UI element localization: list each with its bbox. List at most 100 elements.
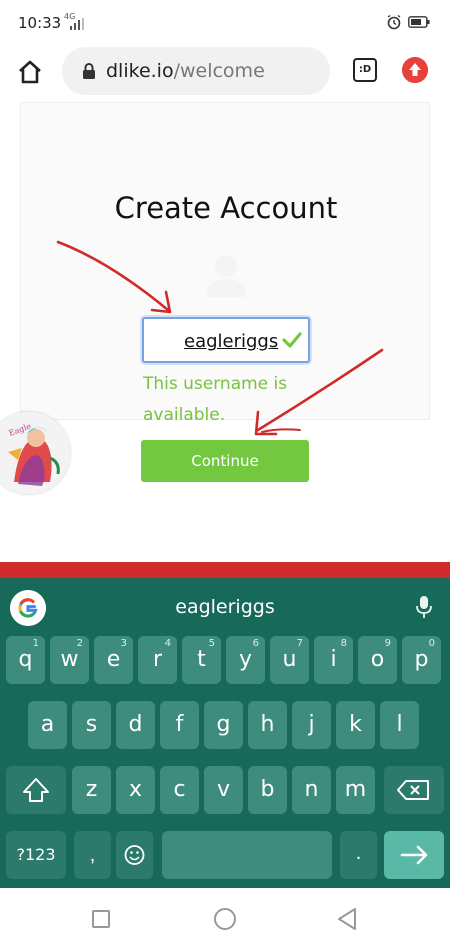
key-v[interactable]: v (204, 766, 243, 814)
mic-icon[interactable] (416, 596, 432, 618)
key-p[interactable]: p0 (402, 636, 441, 684)
key-d[interactable]: d (116, 701, 155, 749)
key-label: r (152, 647, 163, 672)
page-title: Create Account (114, 191, 338, 225)
key-z[interactable]: z (72, 766, 111, 814)
key-f[interactable]: f (160, 701, 199, 749)
emoji-icon[interactable] (116, 831, 153, 879)
home-icon[interactable] (16, 58, 44, 86)
key-label: e (106, 647, 121, 672)
key-l[interactable]: l (380, 701, 419, 749)
username-value: eagleriggs (184, 331, 279, 352)
key-t[interactable]: t5 (182, 636, 221, 684)
continue-button[interactable]: Continue (141, 440, 309, 482)
key-o[interactable]: o9 (358, 636, 397, 684)
availability-message: This username is available. (143, 374, 288, 425)
key-label: d (128, 712, 143, 737)
key-e[interactable]: e3 (94, 636, 133, 684)
key-label: p (414, 647, 429, 672)
system-nav-bar (0, 888, 450, 950)
enter-arrow-icon[interactable] (384, 831, 444, 879)
key-q[interactable]: q1 (6, 636, 45, 684)
key-c[interactable]: c (160, 766, 199, 814)
battery-icon (408, 16, 430, 28)
key-label: u (282, 647, 297, 672)
key-r[interactable]: r4 (138, 636, 177, 684)
key-hint: 7 (296, 638, 303, 649)
username-input[interactable]: eagleriggs (142, 317, 310, 363)
key-label: a (40, 712, 55, 737)
url-text: dlike.io/welcome (106, 60, 265, 82)
key-w[interactable]: w2 (50, 636, 89, 684)
key-g[interactable]: g (204, 701, 243, 749)
key-m[interactable]: m (336, 766, 375, 814)
key-label: l (396, 712, 403, 737)
tab-switcher-button[interactable]: :D (353, 58, 377, 82)
avatar-sticker: Eagle (0, 412, 70, 494)
shift-icon[interactable] (6, 766, 66, 814)
avatar-placeholder-icon[interactable] (203, 251, 249, 297)
key-label: y (238, 647, 253, 672)
key-label: q (18, 647, 33, 672)
address-bar[interactable]: dlike.io/welcome (62, 47, 330, 95)
key-hint: 6 (252, 638, 259, 649)
key-y[interactable]: y6 (226, 636, 265, 684)
key-label: h (260, 712, 275, 737)
key-n[interactable]: n (292, 766, 331, 814)
comma-key[interactable]: , (74, 831, 111, 879)
backspace-icon[interactable] (384, 766, 444, 814)
red-divider (0, 562, 450, 578)
url-path: /welcome (173, 60, 265, 82)
key-label: t (197, 647, 206, 672)
key-b[interactable]: b (248, 766, 287, 814)
on-screen-keyboard: eagleriggs q1w2e3r4t5y6u7i8o9p0asdfghjkl… (0, 578, 450, 888)
key-label: z (85, 777, 98, 802)
recent-apps-icon[interactable] (92, 910, 110, 928)
key-label: j (308, 712, 315, 737)
key-label: k (349, 712, 362, 737)
key-j[interactable]: j (292, 701, 331, 749)
key-label: c (173, 777, 186, 802)
key-label: n (304, 777, 319, 802)
key-hint: 5 (208, 638, 215, 649)
key-hint: 4 (164, 638, 171, 649)
page-content: Create Account eagleriggs This username … (0, 102, 450, 562)
key-h[interactable]: h (248, 701, 287, 749)
lock-icon (83, 63, 95, 79)
key-label: i (330, 647, 337, 672)
key-label: o (370, 647, 385, 672)
sticker-image: Eagle (0, 412, 70, 494)
key-label: v (216, 777, 231, 802)
key-hint: 8 (340, 638, 347, 649)
word-suggestion[interactable]: eagleriggs (100, 596, 350, 618)
key-label: s (85, 712, 98, 737)
key-label: f (175, 712, 184, 737)
key-a[interactable]: a (28, 701, 67, 749)
key-k[interactable]: k (336, 701, 375, 749)
browser-toolbar: dlike.io/welcome :D (0, 44, 450, 102)
upgrade-arrow-icon[interactable] (402, 57, 428, 83)
home-nav-icon[interactable] (214, 908, 236, 930)
key-label: m (344, 777, 367, 802)
key-u[interactable]: u7 (270, 636, 309, 684)
status-time: 10:33 (18, 14, 62, 32)
key-label: g (216, 712, 231, 737)
space-key[interactable] (162, 831, 332, 879)
period-key[interactable]: . (340, 831, 377, 879)
google-icon[interactable] (10, 590, 46, 626)
back-icon[interactable] (336, 906, 358, 932)
key-hint: 2 (76, 638, 83, 649)
suggestion-bar: eagleriggs (0, 578, 450, 634)
url-host: dlike.io (106, 60, 174, 82)
key-label: b (260, 777, 275, 802)
alarm-icon (387, 14, 401, 30)
key-s[interactable]: s (72, 701, 111, 749)
key-x[interactable]: x (116, 766, 155, 814)
check-icon (282, 332, 302, 348)
key-i[interactable]: i8 (314, 636, 353, 684)
symbols-key[interactable]: ?123 (6, 831, 66, 879)
key-label: x (128, 777, 143, 802)
signal-icon (70, 18, 84, 30)
key-label: w (60, 647, 79, 672)
key-hint: 1 (32, 638, 39, 649)
